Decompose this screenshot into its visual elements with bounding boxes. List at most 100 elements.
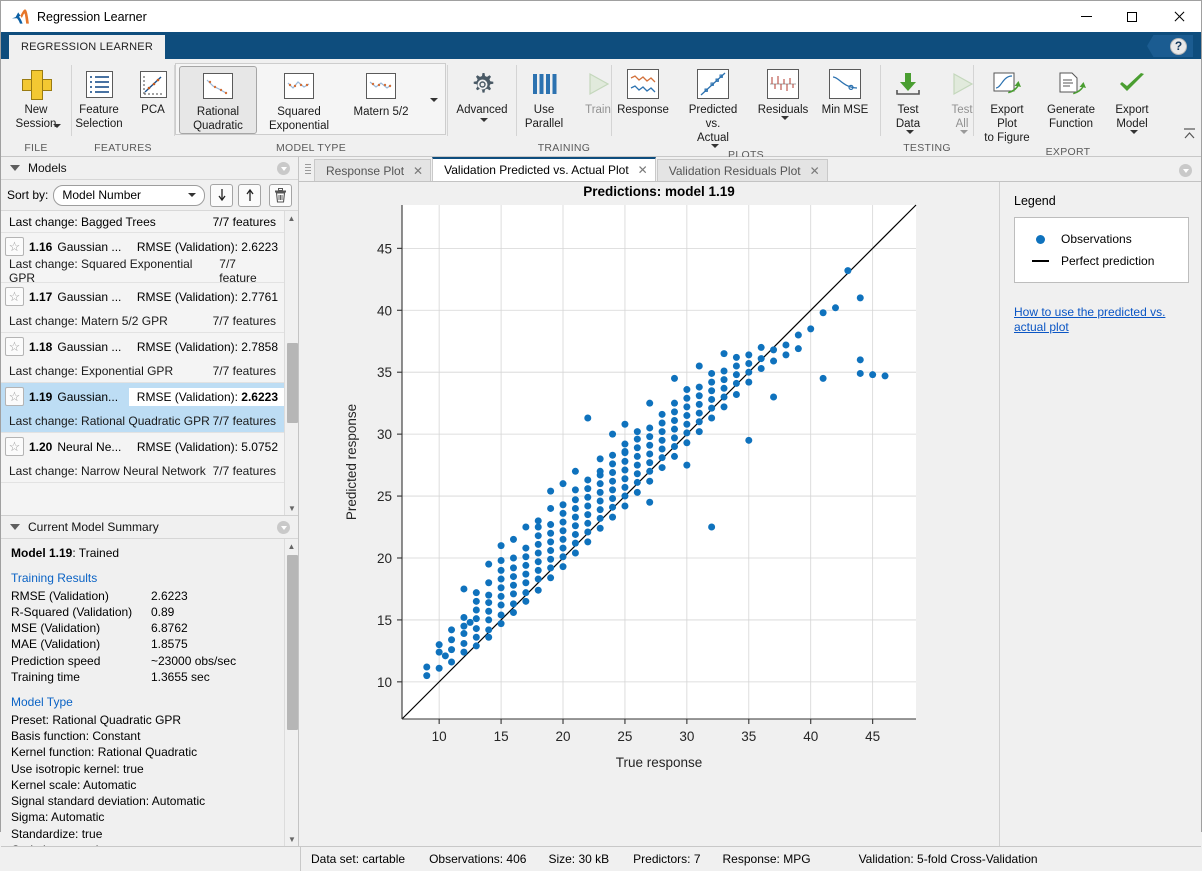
- document-tabs-menu-icon[interactable]: [1179, 164, 1192, 177]
- models-list[interactable]: Last change: Bagged Trees 7/7 features ☆…: [1, 211, 298, 516]
- models-panel-header: Models: [1, 157, 298, 180]
- scroll-up-icon[interactable]: ▲: [285, 211, 298, 225]
- response-plot-button[interactable]: Response: [612, 64, 674, 118]
- chevron-down-icon[interactable]: [53, 124, 61, 128]
- scatter-point: [473, 615, 480, 622]
- list-item-partial[interactable]: Last change: Bagged Trees 7/7 features: [1, 211, 284, 233]
- tab-validation-predicted-vs-actual-plot[interactable]: Validation Predicted vs. Actual Plot ✕: [432, 157, 656, 181]
- chevron-down-icon[interactable]: [1130, 130, 1138, 134]
- model-rational-quadratic-button[interactable]: Rational Quadratic: [179, 66, 257, 134]
- delete-model-button[interactable]: [269, 184, 292, 207]
- scatter-point: [708, 396, 715, 403]
- export-model-button[interactable]: Export Model: [1102, 64, 1162, 135]
- scatter-point: [522, 571, 529, 578]
- scroll-down-icon[interactable]: ▼: [285, 501, 298, 515]
- group-label-model-type: MODEL TYPE: [175, 142, 447, 157]
- favorite-star-icon[interactable]: ☆: [5, 287, 24, 306]
- scrollbar-thumb[interactable]: [287, 343, 298, 423]
- model-list-item-1-20[interactable]: ☆ 1.20 Neural Ne... RMSE (Validation): 5…: [1, 433, 284, 483]
- tab-regression-learner[interactable]: REGRESSION LEARNER: [9, 35, 165, 59]
- scatter-point: [671, 434, 678, 441]
- legend-entry-observations[interactable]: Observations: [1019, 228, 1178, 250]
- minimize-ribbon-icon[interactable]: [1183, 127, 1196, 140]
- chevron-down-icon[interactable]: [960, 130, 968, 134]
- model-type-line: Sigma: Automatic: [11, 809, 276, 825]
- model-features: 7/7 features: [213, 364, 284, 378]
- summary-row: RMSE (Validation)2.6223: [11, 588, 276, 604]
- scatter-point: [733, 363, 740, 370]
- residuals-button[interactable]: Residuals: [752, 64, 814, 121]
- model-squared-exponential-button[interactable]: Squared Exponential: [257, 66, 341, 134]
- model-type-line: Signal standard deviation: Automatic: [11, 793, 276, 809]
- scrollbar-thumb[interactable]: [287, 555, 298, 730]
- min-mse-button[interactable]: Min MSE: [814, 64, 876, 118]
- summary-row: Prediction speed~23000 obs/sec: [11, 653, 276, 669]
- predicted-vs-actual-chart[interactable]: Predictions: model 1.1910152025303540451…: [299, 182, 999, 845]
- pca-button[interactable]: PCA: [126, 64, 180, 118]
- model-matern-button[interactable]: Matern 5/2: [341, 66, 421, 134]
- models-list-scrollbar[interactable]: ▲ ▼: [284, 211, 298, 515]
- tab-validation-residuals-plot[interactable]: Validation Residuals Plot ✕: [657, 159, 828, 181]
- chevron-down-icon[interactable]: [781, 116, 789, 120]
- sort-by-select[interactable]: Model Number: [53, 185, 205, 206]
- chevron-down-icon[interactable]: [906, 130, 914, 134]
- x-tick-label: 15: [494, 729, 509, 744]
- chevron-down-icon[interactable]: [480, 118, 488, 122]
- tab-label: Validation Residuals Plot: [669, 164, 801, 178]
- chevron-down-icon[interactable]: [711, 144, 719, 148]
- y-tick-label: 45: [377, 241, 392, 256]
- collapse-triangle-icon[interactable]: [10, 524, 20, 530]
- model-metric: RMSE (Validation): 2.6223: [137, 240, 284, 254]
- favorite-star-icon[interactable]: ☆: [5, 237, 24, 256]
- close-tab-icon[interactable]: ✕: [638, 163, 648, 177]
- close-button[interactable]: [1155, 1, 1201, 32]
- close-tab-icon[interactable]: ✕: [810, 164, 820, 178]
- scatter-point: [498, 602, 505, 609]
- gallery-expand-icon[interactable]: [421, 66, 443, 134]
- favorite-star-icon[interactable]: ☆: [5, 437, 24, 456]
- favorite-star-icon[interactable]: ☆: [5, 387, 24, 406]
- scroll-down-icon[interactable]: ▼: [285, 832, 298, 846]
- models-panel-menu-icon[interactable]: [277, 162, 290, 175]
- maximize-button[interactable]: [1109, 1, 1155, 32]
- scatter-point: [659, 419, 666, 426]
- use-parallel-button[interactable]: Use Parallel: [517, 64, 571, 132]
- close-tab-icon[interactable]: ✕: [413, 164, 423, 178]
- sort-ascending-button[interactable]: [238, 184, 261, 207]
- sort-descending-button[interactable]: [210, 184, 233, 207]
- minimize-button[interactable]: [1063, 1, 1109, 32]
- model-list-item-1-17[interactable]: ☆ 1.17 Gaussian ... RMSE (Validation): 2…: [1, 283, 284, 333]
- model-list-item-1-18[interactable]: ☆ 1.18 Gaussian ... RMSE (Validation): 2…: [1, 333, 284, 383]
- scroll-up-icon[interactable]: ▲: [285, 539, 298, 553]
- scatter-point: [584, 494, 591, 501]
- export-plot-button[interactable]: Export Plot to Figure: [974, 64, 1040, 146]
- scatter-point: [671, 453, 678, 460]
- collapse-triangle-icon[interactable]: [10, 165, 20, 171]
- summary-panel-menu-icon[interactable]: [277, 521, 290, 534]
- favorite-star-icon[interactable]: ☆: [5, 337, 24, 356]
- tab-response-plot[interactable]: Response Plot ✕: [314, 159, 431, 181]
- summary-panel-title: Current Model Summary: [28, 520, 159, 534]
- advanced-button[interactable]: Advanced: [448, 64, 516, 123]
- help-link-predicted-vs-actual[interactable]: How to use the predicted vs. actual plot: [1014, 305, 1189, 335]
- summary-scrollbar[interactable]: ▲ ▼: [284, 539, 298, 846]
- legend-entry-perfect-prediction[interactable]: Perfect prediction: [1019, 250, 1178, 272]
- scatter-point: [460, 614, 467, 621]
- scatter-point: [609, 514, 616, 521]
- model-list-item-1-19[interactable]: ☆ 1.19 Gaussian... RMSE (Validation): 2.…: [1, 383, 284, 433]
- generate-function-button[interactable]: Generate Function: [1040, 64, 1102, 132]
- model-type-line: Basis function: Constant: [11, 728, 276, 744]
- new-session-button[interactable]: New Session: [1, 64, 71, 133]
- x-tick-label: 30: [679, 729, 694, 744]
- scatter-point: [708, 415, 715, 422]
- test-data-button[interactable]: Test Data: [881, 64, 935, 135]
- scatter-point: [671, 426, 678, 433]
- feature-selection-button[interactable]: Feature Selection: [72, 64, 126, 132]
- legend-label: Observations: [1061, 232, 1132, 246]
- advanced-label: Advanced: [456, 101, 507, 117]
- help-button[interactable]: ?: [1147, 35, 1193, 57]
- tab-grip-icon[interactable]: [303, 162, 312, 178]
- predicted-vs-actual-button[interactable]: Predicted vs. Actual: [674, 64, 752, 149]
- model-list-item-1-16[interactable]: ☆ 1.16 Gaussian ... RMSE (Validation): 2…: [1, 233, 284, 283]
- status-validation: Validation: 5-fold Cross-Validation: [811, 852, 1038, 866]
